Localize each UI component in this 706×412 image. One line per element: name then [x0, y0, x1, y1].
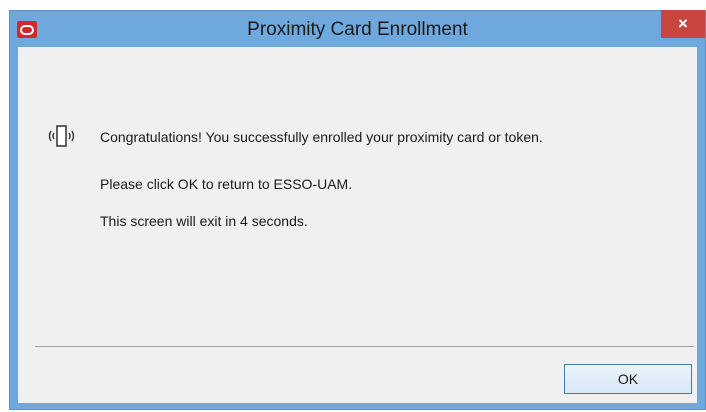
- proximity-card-icon: [48, 125, 75, 147]
- success-message: Congratulations! You successfully enroll…: [100, 129, 543, 145]
- ok-button[interactable]: OK: [564, 364, 692, 394]
- close-button[interactable]: ×: [661, 10, 705, 38]
- dialog-window: Proximity Card Enrollment × Congratulati…: [9, 10, 706, 410]
- close-icon: ×: [678, 14, 688, 33]
- title-bar[interactable]: Proximity Card Enrollment ×: [10, 10, 705, 47]
- instruction-text: Please click OK to return to ESSO-UAM.: [100, 176, 353, 192]
- window-title: Proximity Card Enrollment: [247, 19, 468, 40]
- countdown-text: This screen will exit in 4 seconds.: [100, 213, 308, 229]
- dialog-body: Congratulations! You successfully enroll…: [18, 47, 697, 403]
- divider: [35, 346, 694, 347]
